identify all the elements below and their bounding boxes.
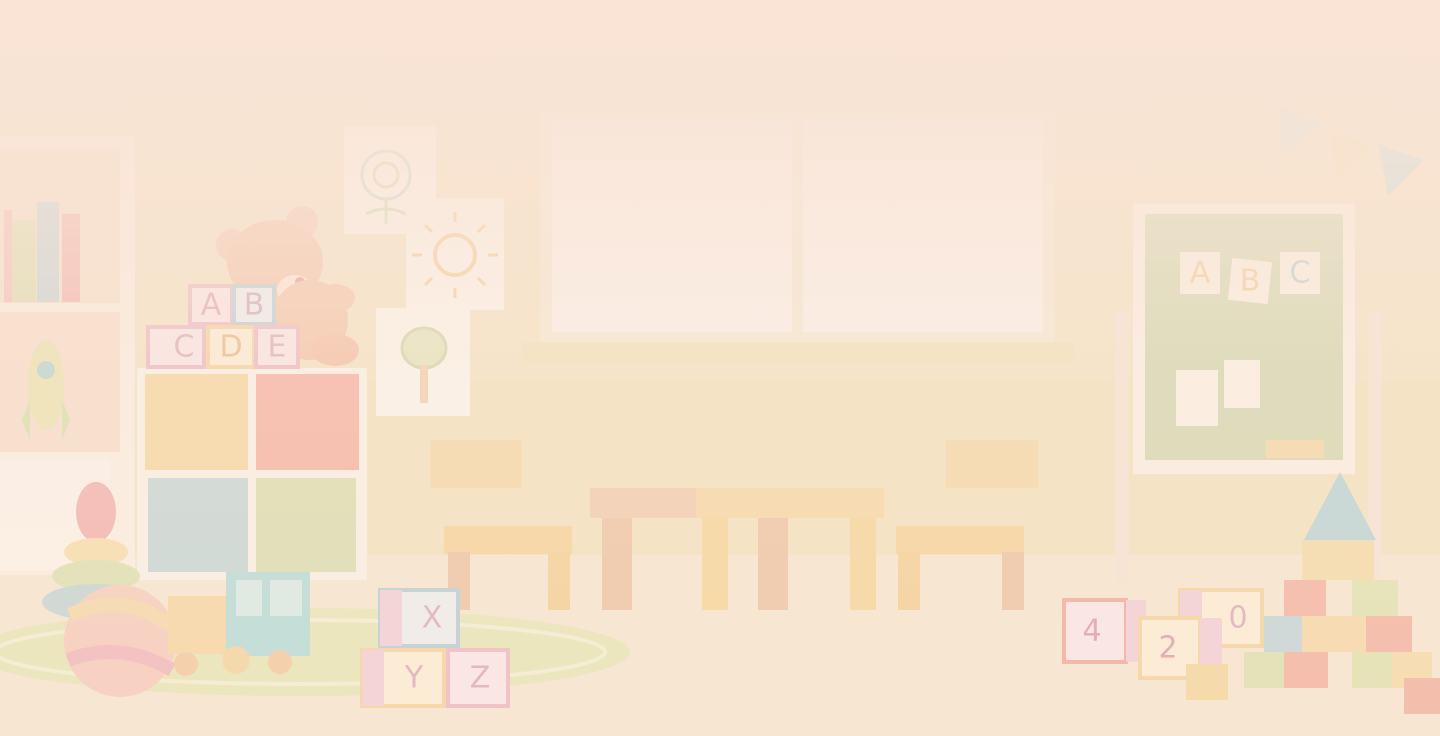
faded-overlay [0,0,1440,736]
classroom-scene: A B C D E [0,0,1440,736]
classroom-illustration: A B C D E [0,0,1440,736]
